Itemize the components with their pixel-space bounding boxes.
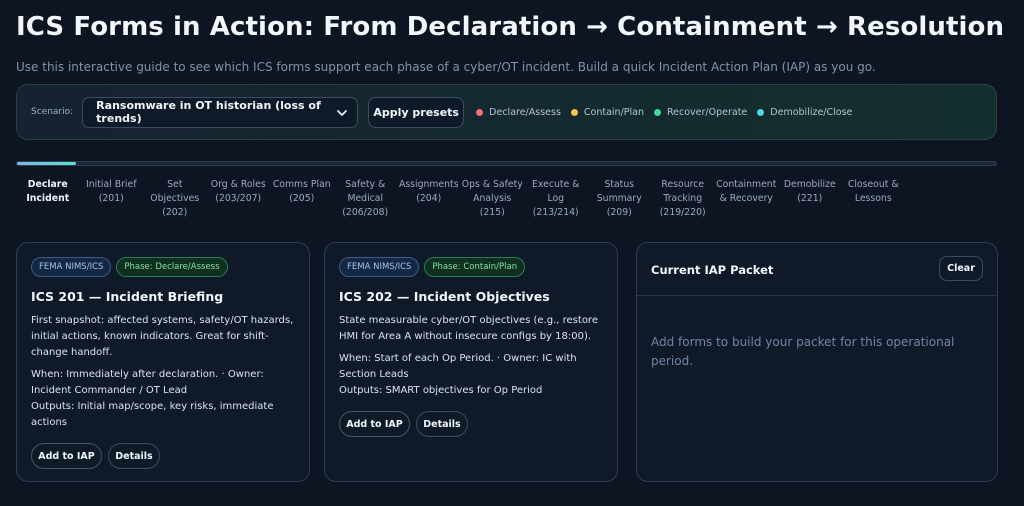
- add-to-iap-button[interactable]: Add to IAP: [339, 411, 410, 437]
- step-demobilize[interactable]: Demobilize (221): [778, 178, 842, 224]
- apply-presets-button[interactable]: Apply presets: [368, 96, 465, 128]
- legend-item-demobilize: Demobilize/Close: [757, 107, 852, 118]
- step-set-objectives[interactable]: Set Objectives (202): [143, 178, 207, 224]
- step-comms-plan[interactable]: Comms Plan (205): [270, 178, 334, 224]
- step-safety-medical[interactable]: Safety & Medical (206/208): [334, 178, 398, 224]
- step-execute-log[interactable]: Execute & Log (213/214): [524, 178, 588, 224]
- scenario-select[interactable]: Ransomware in OT historian (loss of tren…: [82, 96, 359, 128]
- form-card-ics-201: FEMA NIMS/ICS Phase: Declare/Assess ICS …: [16, 242, 310, 482]
- iap-title: Current IAP Packet: [651, 263, 774, 277]
- card-outputs: Outputs: SMART objectives for Op Period: [339, 385, 543, 396]
- page-title: ICS Forms in Action: From Declaration → …: [16, 12, 1005, 42]
- clear-button[interactable]: Clear: [939, 256, 983, 281]
- card-title: ICS 202 — Incident Objectives: [339, 289, 550, 304]
- step-org-roles[interactable]: Org & Roles (203/207): [207, 178, 271, 224]
- legend-dot-icon: [757, 108, 765, 116]
- chevron-down-icon: [337, 109, 348, 116]
- card-title: ICS 201 — Incident Briefing: [31, 289, 224, 304]
- add-to-iap-button[interactable]: Add to IAP: [31, 443, 102, 469]
- step-containment-recovery[interactable]: Containment & Recovery: [715, 178, 779, 224]
- source-tag: FEMA NIMS/ICS: [339, 257, 420, 277]
- card-tags: FEMA NIMS/ICS Phase: Declare/Assess: [31, 257, 233, 277]
- source-tag: FEMA NIMS/ICS: [31, 257, 112, 277]
- phase-tag: Phase: Declare/Assess: [116, 257, 228, 277]
- phase-steps: Declare Incident Initial Brief (201) Set…: [16, 178, 1006, 224]
- page-subtitle: Use this interactive guide to see which …: [16, 60, 876, 74]
- phase-progress-fill: [17, 162, 76, 165]
- legend-item-contain: Contain/Plan: [570, 106, 644, 118]
- card-when-owner: When: Start of each Op Period. · Owner: …: [339, 353, 577, 380]
- legend-item-declare: Declare/Assess: [476, 107, 561, 118]
- scenario-label: Scenario:: [31, 107, 74, 117]
- step-ops-safety-analysis[interactable]: Ops & Safety Analysis (215): [461, 178, 525, 224]
- phase-tag: Phase: Contain/Plan: [424, 257, 526, 277]
- step-status-summary[interactable]: Status Summary (209): [588, 178, 652, 224]
- card-description: First snapshot: affected systems, safety…: [31, 315, 294, 358]
- iap-packet-panel: Current IAP Packet Clear Add forms to bu…: [636, 242, 998, 482]
- iap-empty-message: Add forms to build your packet for this …: [651, 335, 955, 368]
- iap-header: Current IAP Packet Clear: [637, 243, 997, 296]
- legend-label: Demobilize/Close: [770, 106, 853, 118]
- step-closeout-lessons[interactable]: Closeout & Lessons: [842, 178, 906, 224]
- details-button[interactable]: Details: [108, 443, 160, 469]
- form-card-ics-202: FEMA NIMS/ICS Phase: Contain/Plan ICS 20…: [324, 242, 618, 482]
- scenario-select-value: Ransomware in OT historian (loss of tren…: [96, 99, 321, 125]
- legend-dot-icon: [654, 108, 661, 116]
- step-assignments[interactable]: Assignments (204): [397, 178, 461, 224]
- card-outputs: Outputs: Initial map/scope, key risks, i…: [31, 401, 274, 428]
- phase-legend: Declare/Assess Contain/Plan Recover/Oper…: [476, 107, 862, 118]
- legend-label: Contain/Plan: [583, 106, 644, 118]
- legend-dot-icon: [570, 108, 578, 116]
- legend-dot-icon: [476, 108, 484, 116]
- legend-label: Declare/Assess: [489, 106, 561, 118]
- step-declare-incident[interactable]: Declare Incident: [16, 178, 80, 224]
- card-tags: FEMA NIMS/ICS Phase: Contain/Plan: [339, 257, 530, 277]
- details-button[interactable]: Details: [416, 411, 468, 437]
- legend-label: Recover/Operate: [667, 106, 748, 118]
- card-actions: Add to IAP Details: [31, 443, 160, 469]
- legend-item-recover: Recover/Operate: [654, 107, 747, 118]
- step-resource-tracking[interactable]: Resource Tracking (219/220): [651, 178, 715, 224]
- card-description: State measurable cyber/OT objectives (e.…: [339, 315, 598, 342]
- card-actions: Add to IAP Details: [339, 411, 468, 437]
- scenario-toolbar: Scenario: Ransomware in OT historian (lo…: [16, 84, 997, 140]
- step-initial-brief[interactable]: Initial Brief (201): [80, 178, 144, 224]
- card-when-owner: When: Immediately after declaration. · O…: [31, 369, 264, 396]
- phase-progress-track: [16, 161, 997, 166]
